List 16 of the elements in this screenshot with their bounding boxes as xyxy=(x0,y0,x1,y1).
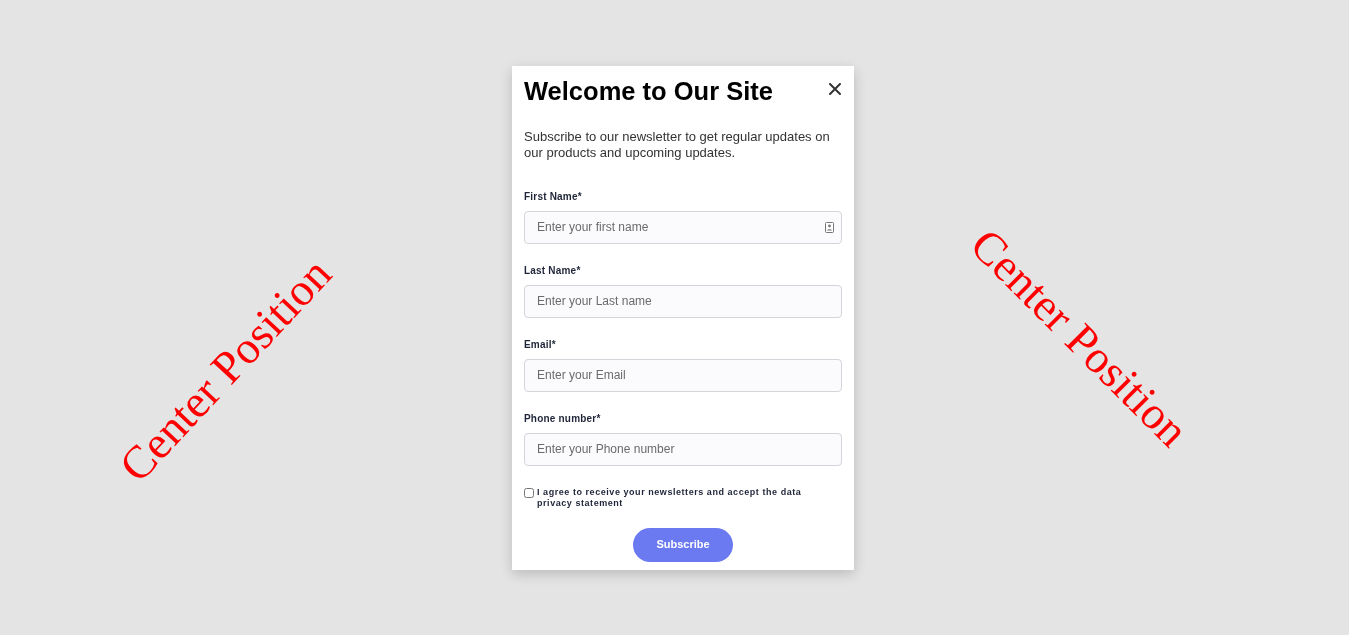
field-label: Last Name* xyxy=(524,264,582,277)
consent-checkbox[interactable] xyxy=(524,487,534,498)
field-label: First Name* xyxy=(524,190,583,203)
close-button[interactable] xyxy=(829,82,841,95)
close-icon xyxy=(829,82,841,95)
input-field[interactable]: Enter your Email xyxy=(524,358,842,392)
consent-text: I agree to receive your newsletters and accept the data privacy statement xyxy=(537,486,803,509)
contact-card-icon[interactable] xyxy=(825,221,834,233)
description-text: Subscribe to our newsletter to get regular updates on our products and upcoming updates. xyxy=(524,128,831,161)
input-field[interactable]: Enter your first name xyxy=(524,210,842,244)
input-field[interactable]: Enter your Phone number xyxy=(524,432,842,466)
subscribe-button[interactable]: Subscribe xyxy=(633,527,733,562)
field-label: Email* xyxy=(524,338,557,351)
modal-title: Welcome to Our Site xyxy=(524,75,773,106)
input-field[interactable]: Enter your Last name xyxy=(524,284,842,318)
field-label: Phone number* xyxy=(524,412,602,425)
